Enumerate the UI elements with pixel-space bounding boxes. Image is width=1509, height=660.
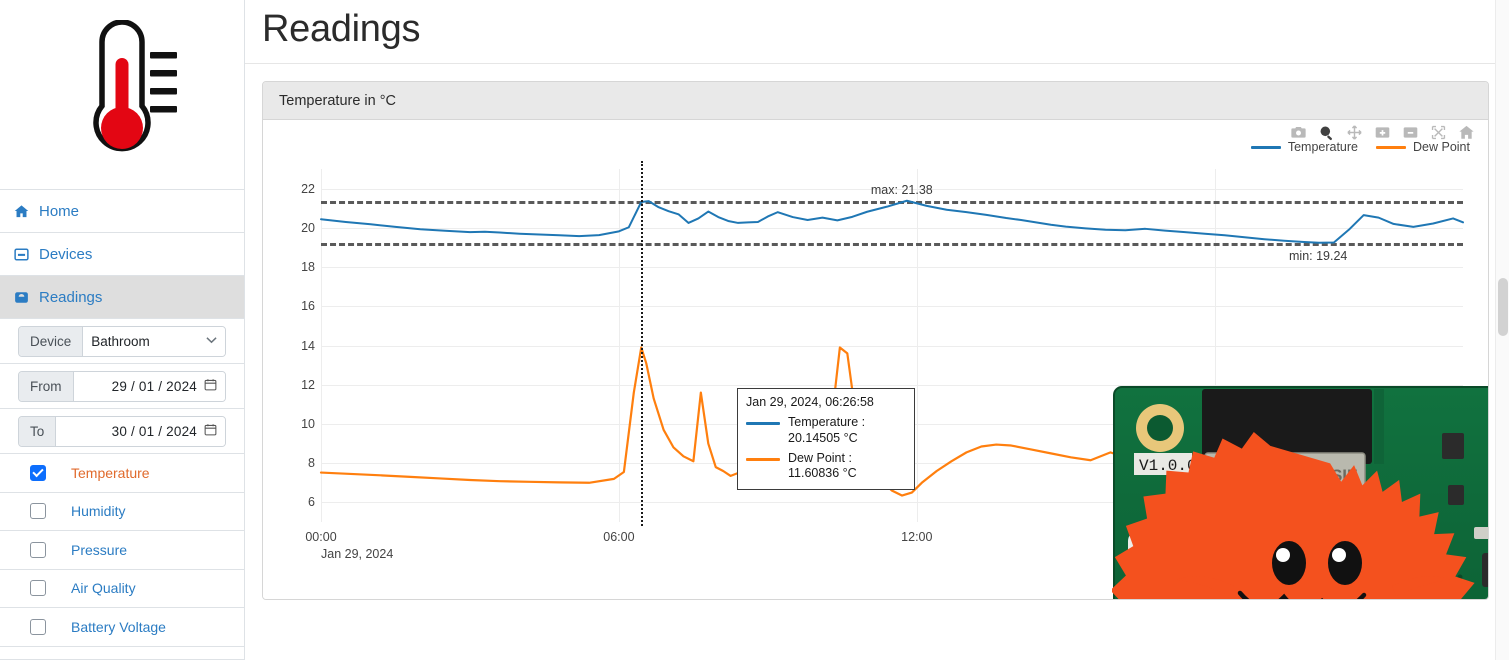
tooltip-swatch-dew-point bbox=[746, 457, 780, 461]
y-tick-10: 10 bbox=[301, 416, 315, 431]
y-tick-18: 18 bbox=[301, 260, 315, 275]
metric-label-humidity: Humidity bbox=[71, 503, 126, 520]
y-tick-22: 22 bbox=[301, 181, 315, 196]
metric-row-pressure[interactable]: Pressure bbox=[0, 531, 244, 570]
to-date-value: 30 / 01 / 2024 bbox=[111, 423, 197, 439]
y-tick-14: 14 bbox=[301, 338, 315, 353]
metric-label-battery-voltage: Battery Voltage bbox=[71, 618, 166, 635]
from-label: From bbox=[19, 371, 74, 401]
zoom-out-icon[interactable] bbox=[1400, 122, 1420, 142]
series-line-temperature bbox=[321, 201, 1463, 243]
x-tick-12:00: 12:00 bbox=[901, 530, 933, 544]
sidebar-item-readings-label: Readings bbox=[39, 288, 103, 306]
y-tick-20: 20 bbox=[301, 220, 315, 235]
metric-row-air-quality[interactable]: Air Quality bbox=[0, 569, 244, 608]
legend-label-temperature: Temperature bbox=[1287, 140, 1359, 154]
to-input-group: To 30 / 01 / 2024 bbox=[18, 415, 226, 447]
main-content: Readings Temperature in °C Temperature D… bbox=[245, 0, 1509, 660]
home-icon bbox=[13, 203, 30, 220]
y-tick-16: 16 bbox=[301, 299, 315, 314]
reset-axes-home-icon[interactable] bbox=[1456, 122, 1476, 142]
to-row: To 30 / 01 / 2024 bbox=[0, 409, 244, 454]
metric-label-pressure: Pressure bbox=[71, 541, 128, 558]
pan-move-icon[interactable] bbox=[1344, 122, 1364, 142]
chart-legend: Temperature Dew Point bbox=[1250, 140, 1470, 154]
sidebar-item-devices-label: Devices bbox=[39, 245, 93, 263]
device-input-group: Device Bathroom bbox=[18, 325, 226, 357]
checkbox-air-quality[interactable] bbox=[30, 580, 46, 597]
sidebar-item-devices[interactable]: Devices bbox=[0, 233, 244, 276]
device-icon bbox=[13, 246, 30, 263]
device-row: Device Bathroom bbox=[0, 319, 244, 364]
legend-swatch-temperature bbox=[1250, 145, 1281, 149]
chart-card: Temperature in °C Temperature Dew Point … bbox=[262, 81, 1489, 600]
metric-row-battery-voltage[interactable]: Battery Voltage bbox=[0, 608, 244, 647]
y-tick-12: 12 bbox=[301, 377, 315, 392]
from-row: From 29 / 01 / 2024 bbox=[0, 364, 244, 409]
metric-label-air-quality: Air Quality bbox=[71, 580, 136, 597]
chart-modebar bbox=[1288, 122, 1476, 142]
zoom-magnifier-icon[interactable] bbox=[1316, 122, 1336, 142]
sidebar-item-home[interactable]: Home bbox=[0, 190, 244, 233]
checkbox-temperature[interactable] bbox=[30, 464, 46, 481]
device-label: Device bbox=[19, 326, 84, 356]
to-label: To bbox=[19, 416, 57, 446]
y-tick-8: 8 bbox=[308, 456, 315, 471]
page-title: Readings bbox=[262, 8, 421, 50]
temperature-chart[interactable]: Temperature Dew Point 6 8 10 12 14 16 18 20 22 0… bbox=[263, 120, 1488, 599]
sidebar-item-readings[interactable]: Readings bbox=[0, 276, 244, 319]
device-select[interactable]: Bathroom bbox=[83, 326, 225, 356]
checkbox-pressure[interactable] bbox=[30, 541, 46, 558]
app-logo bbox=[0, 0, 244, 190]
chevron-down-icon bbox=[206, 335, 217, 347]
tooltip-swatch-temperature bbox=[746, 422, 780, 426]
thermometer-logo-icon bbox=[93, 19, 177, 151]
readings-icon bbox=[13, 289, 30, 306]
metric-row-humidity[interactable]: Humidity bbox=[0, 492, 244, 531]
sidebar: Home Devices Readings Device Bathroom Fr… bbox=[0, 0, 245, 660]
to-date-input[interactable]: 30 / 01 / 2024 bbox=[56, 416, 225, 446]
chart-hover-tooltip: Jan 29, 2024, 06:26:58 Temperature : 20.… bbox=[737, 388, 915, 491]
calendar-icon[interactable] bbox=[204, 378, 217, 394]
metric-label-temperature: Temperature bbox=[71, 464, 150, 481]
tooltip-text-dew-point: Dew Point : 11.60836 °C bbox=[788, 450, 857, 480]
calendar-icon[interactable] bbox=[204, 423, 217, 439]
title-divider bbox=[245, 63, 1509, 64]
legend-item-temperature[interactable]: Temperature bbox=[1250, 140, 1359, 154]
checkbox-battery-voltage[interactable] bbox=[30, 618, 46, 635]
chart-x-axis-subtitle: Jan 29, 2024 bbox=[321, 547, 394, 561]
zoom-in-icon[interactable] bbox=[1372, 122, 1392, 142]
x-tick-00:00: 00:00 bbox=[305, 530, 337, 544]
download-camera-icon[interactable] bbox=[1288, 122, 1308, 142]
checkbox-humidity[interactable] bbox=[30, 503, 46, 520]
x-tick-06:00: 06:00 bbox=[603, 530, 635, 544]
chart-card-body: Temperature Dew Point 6 8 10 12 14 16 18 20 22 0… bbox=[263, 120, 1488, 599]
chart-hover-cursor-line bbox=[641, 161, 644, 526]
pcb-illustration: ESPRESSIF V1.0.0 ByteRobotics S1M1 bbox=[1112, 386, 1488, 599]
tooltip-text-temperature: Temperature : 20.14505 °C bbox=[788, 415, 866, 445]
from-date-value: 29 / 01 / 2024 bbox=[111, 378, 197, 394]
legend-item-dew-point[interactable]: Dew Point bbox=[1376, 140, 1470, 154]
sensor-board-photo: ESPRESSIF V1.0.0 ByteRobotics S1M1 bbox=[1112, 381, 1488, 599]
tooltip-timestamp: Jan 29, 2024, 06:26:58 bbox=[746, 395, 874, 409]
y-tick-6: 6 bbox=[308, 495, 315, 510]
sidebar-item-home-label: Home bbox=[39, 202, 80, 220]
page-scrollbar-thumb[interactable] bbox=[1498, 278, 1508, 336]
from-input-group: From 29 / 01 / 2024 bbox=[18, 370, 226, 402]
autoscale-icon[interactable] bbox=[1428, 122, 1448, 142]
device-select-value: Bathroom bbox=[91, 333, 150, 349]
metric-row-temperature[interactable]: Temperature bbox=[0, 454, 244, 493]
chart-card-title: Temperature in °C bbox=[263, 82, 1488, 120]
legend-label-dew-point: Dew Point bbox=[1413, 140, 1470, 154]
page-scrollbar[interactable] bbox=[1495, 0, 1509, 660]
legend-swatch-dew-point bbox=[1376, 145, 1407, 149]
tooltip-row-temperature: Temperature : 20.14505 °C bbox=[746, 415, 906, 446]
tooltip-row-dew-point: Dew Point : 11.60836 °C bbox=[746, 451, 906, 482]
from-date-input[interactable]: 29 / 01 / 2024 bbox=[73, 371, 225, 401]
